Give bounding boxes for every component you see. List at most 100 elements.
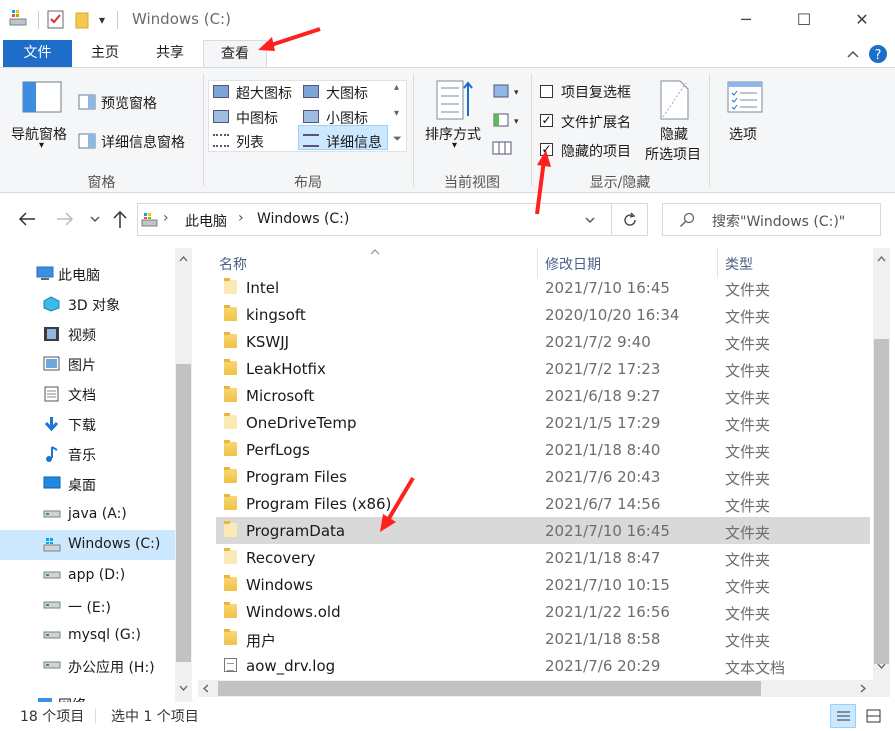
recent-locations-icon[interactable] [89,215,101,223]
size-columns-icon[interactable] [492,140,512,156]
details-pane-button[interactable]: 详细信息窗格 [101,132,185,152]
minimize-button[interactable]: ─ [723,6,769,34]
layout-large-icons[interactable]: 大图标 [326,83,368,103]
forward-arrow-icon[interactable] [56,212,74,226]
address-bar[interactable]: › 此电脑 › Windows (C:) [137,203,648,236]
annotation-arrow-view-tab [258,27,321,51]
nav-item-e[interactable]: 一 (E:) [0,591,175,621]
more-layouts-icon[interactable]: ⏷ [393,132,402,146]
tab-home[interactable]: 主页 [76,40,134,67]
nav-item-app-d[interactable]: app (D:) [0,561,175,591]
add-columns-icon[interactable]: ▾ [492,112,520,128]
table-row[interactable]: KSWJJ 2021/7/2 9:40 文件夹 [216,328,870,355]
scroll-right-icon[interactable] [860,684,866,693]
scroll-down-icon[interactable]: ▾ [394,108,399,119]
group-by-icon[interactable]: ▾ [492,83,520,99]
search-input[interactable]: 搜索"Windows (C:)" [712,211,845,231]
breadcrumb-separator[interactable]: › [163,210,169,226]
nav-scrollbar[interactable] [175,248,192,702]
table-row[interactable]: OneDriveTemp 2021/1/5 17:29 文件夹 [216,409,870,436]
nav-item-mysql-g[interactable]: mysql (G:) [0,621,175,651]
breadcrumb-this-pc[interactable]: 此电脑 [185,211,227,231]
hide-selected-icon [660,80,689,120]
refresh-button[interactable] [611,203,648,236]
nav-item-desktop[interactable]: 桌面 [0,469,175,499]
layout-medium-icons[interactable]: 中图标 [236,108,278,128]
help-icon[interactable]: ? [868,44,888,64]
preview-pane-button[interactable]: 预览窗格 [101,93,157,113]
chevron-down-icon[interactable]: ▾ [452,140,457,151]
tab-share[interactable]: 共享 [141,40,199,67]
up-arrow-icon[interactable] [113,211,127,229]
table-row[interactable]: PerfLogs 2021/1/18 8:40 文件夹 [216,436,870,463]
nav-item-music[interactable]: 音乐 [0,439,175,469]
download-icon [43,416,60,432]
scroll-up-icon[interactable] [179,256,188,262]
properties-icon[interactable] [47,10,65,30]
scroll-up-icon[interactable] [877,256,886,262]
scroll-left-icon[interactable] [203,684,209,693]
nav-item-videos[interactable]: 视频 [0,319,175,349]
nav-item-windows-c[interactable]: Windows (C:) [0,530,175,560]
address-dropdown-icon[interactable] [584,216,596,224]
file-extensions-checkbox[interactable]: ✓ [540,114,553,127]
file-extensions-label[interactable]: 文件扩展名 [561,112,631,132]
hide-selected-line1[interactable]: 隐藏 [660,124,688,144]
hidden-items-label[interactable]: 隐藏的项目 [561,141,631,161]
file-list-hscrollbar-thumb[interactable] [218,681,761,696]
svg-text:▾: ▾ [514,88,519,98]
new-folder-icon[interactable] [73,10,91,30]
nav-item-pictures[interactable]: 图片 [0,349,175,379]
small-icons-icon [303,110,319,123]
qat-dropdown-icon[interactable]: ▾ [99,13,105,27]
close-button[interactable]: ✕ [839,6,885,34]
layout-extra-large-icons[interactable]: 超大图标 [236,83,292,103]
table-row[interactable]: 用户 2021/1/18 8:58 文件夹 [216,625,870,652]
back-arrow-icon[interactable] [18,212,36,226]
details-view-button[interactable] [830,704,856,728]
scroll-down-icon[interactable] [877,663,886,669]
table-row[interactable]: LeakHotfix 2021/7/2 17:23 文件夹 [216,355,870,382]
scroll-down-icon[interactable] [179,685,188,691]
layout-small-icons[interactable]: 小图标 [326,108,368,128]
file-list: 名称 修改日期 类型 Intel 2021/7/10 16:45 文件夹 kingso… [196,248,895,702]
collapse-ribbon-icon[interactable] [845,47,861,61]
table-row[interactable]: aow_drv.log 2021/7/6 20:29 文本文档 [216,652,870,679]
table-row[interactable]: Microsoft 2021/6/18 9:27 文件夹 [216,382,870,409]
file-list-hscrollbar[interactable] [198,680,873,697]
options-button[interactable]: 选项 [729,124,757,144]
table-row[interactable]: Windows 2021/7/10 10:15 文件夹 [216,571,870,598]
table-row[interactable]: kingsoft 2020/10/20 16:34 文件夹 [216,301,870,328]
table-row[interactable]: Windows.old 2021/1/22 16:56 文件夹 [216,598,870,625]
search-box[interactable]: 搜索"Windows (C:)" [662,203,881,236]
breadcrumb-separator[interactable]: › [238,210,244,226]
nav-scrollbar-thumb[interactable] [176,364,191,662]
scroll-up-icon[interactable]: ▴ [394,82,399,93]
file-list-scrollbar[interactable] [873,248,890,680]
nav-item-downloads[interactable]: 下载 [0,409,175,439]
maximize-button[interactable]: ☐ [781,6,827,34]
table-row[interactable]: Recovery 2021/1/18 8:47 文件夹 [216,544,870,571]
hide-selected-line2[interactable]: 所选项目 [645,144,701,164]
table-row[interactable]: Program Files 2021/7/6 20:43 文件夹 [216,463,870,490]
item-checkboxes-checkbox[interactable] [540,85,553,98]
file-type: 文件夹 [725,578,771,596]
nav-item-this-pc[interactable]: 此电脑 [0,259,175,289]
large-icons-view-button[interactable] [861,704,887,728]
item-checkboxes-label[interactable]: 项目复选框 [561,82,631,102]
layout-list[interactable]: 列表 [236,132,264,152]
table-row[interactable]: Intel 2021/7/10 16:45 文件夹 [216,274,870,301]
nav-item-java-a[interactable]: java (A:) [0,500,175,530]
layout-details[interactable]: 详细信息 [326,132,382,152]
table-row[interactable]: Program Files (x86) 2021/6/7 14:56 文件夹 [216,490,870,517]
table-row[interactable]: ProgramData 2021/7/10 16:45 文件夹 [216,517,870,544]
nav-item-network[interactable]: 网络 [0,689,175,702]
nav-item-3d-objects[interactable]: 3D 对象 [0,289,175,319]
file-list-scrollbar-thumb[interactable] [874,339,889,664]
group-label-current-view: 当前视图 [444,175,500,191]
tab-file[interactable]: 文件 [3,40,72,67]
chevron-down-icon[interactable]: ▾ [39,140,44,151]
nav-item-office-h[interactable]: 办公应用 (H:) [0,651,175,681]
nav-item-documents[interactable]: 文档 [0,379,175,409]
breadcrumb-windows-c[interactable]: Windows (C:) [257,211,349,227]
